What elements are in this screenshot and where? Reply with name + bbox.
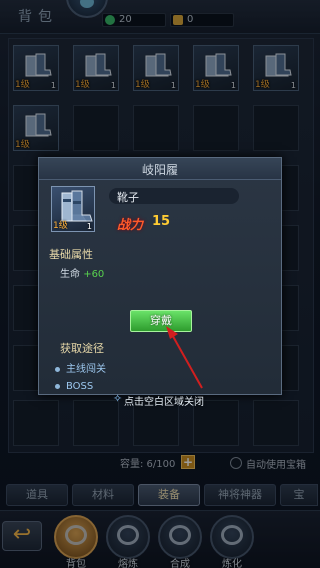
source-title: 获取途径 <box>60 342 104 355</box>
item-detail-popup: 岐阳履 1级 1 靴子 战力 15 基础属性 生命 +60 穿戴 获取途径 主线… <box>38 157 282 395</box>
source-main-stage[interactable]: 主线闯关 <box>55 360 106 375</box>
popup-title-bar: 岐阳履 <box>39 158 281 180</box>
power-label: 战力 <box>117 218 144 233</box>
base-attr-title: 基础属性 <box>49 248 93 261</box>
close-hint: 点击空白区域关闭 <box>124 397 204 408</box>
item-level: 1级 <box>53 221 68 231</box>
item-count: 1 <box>86 222 92 231</box>
item-type: 靴子 <box>117 191 139 204</box>
power-value: 15 <box>152 214 171 229</box>
attr-hp: 生命 +60 <box>60 265 104 280</box>
attr-label: 生命 <box>60 269 80 280</box>
item-name: 岐阳履 <box>141 163 178 177</box>
item-detail-icon: 1级 1 <box>51 186 95 232</box>
close-hint-icon: ✧ <box>113 392 123 405</box>
attr-value: +60 <box>83 269 105 280</box>
screen: 背包 20 0 1级 1 1级 1 1级 1 1级 1 1级 1 1级 容量: 6/100 + 自动… <box>0 0 320 568</box>
source-boss[interactable]: BOSS <box>55 381 93 392</box>
equip-button[interactable]: 穿戴 <box>130 310 192 332</box>
